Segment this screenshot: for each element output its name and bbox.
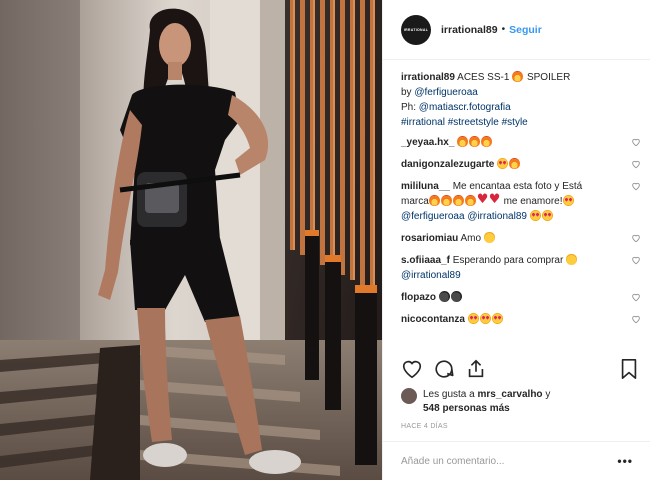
comment-username[interactable]: _yeyaa.hx_ [401, 137, 454, 148]
like-comment-heart-icon[interactable] [631, 233, 641, 243]
likes-summary: Les gusta a mrs_carvalho y 548 personas … [401, 388, 550, 416]
fire-emoji-icon [469, 136, 481, 147]
caption-ph-prefix: Ph: [401, 102, 417, 113]
heart-eyes-emoji-icon [529, 210, 541, 221]
comment-item: s.ofiiaaa_f Esperando para comprar @irra… [401, 253, 641, 283]
caption-username[interactable]: irrational89 [401, 72, 455, 83]
heart-eyes-emoji-icon [562, 195, 574, 206]
liker-avatar[interactable] [401, 388, 417, 404]
comment-username[interactable]: nicocontanza [401, 314, 465, 325]
comment-bubble-icon[interactable] [433, 358, 455, 383]
avatar-logo-text: IRRATIONAL [403, 27, 429, 32]
post-header: IRRATIONAL irrational89 • Seguir [383, 0, 650, 60]
comments-list: irrational89 ACES SS-1 SPOILER by @ferfi… [401, 70, 641, 334]
add-comment-input[interactable] [401, 455, 601, 467]
liker-username[interactable]: mrs_carvalho [478, 389, 543, 400]
fire-emoji-icon [428, 195, 440, 206]
bomb-emoji-icon [450, 291, 462, 302]
header-username[interactable]: irrational89 [441, 24, 498, 36]
fire-emoji-icon [481, 136, 493, 147]
fire-emoji-icon [512, 71, 524, 82]
caption-text-1: ACES SS-1 [457, 72, 510, 83]
heart-eyes-emoji-icon [497, 158, 509, 169]
comment-item: mililuna__ Me encantaa esta foto y Está … [401, 179, 641, 224]
more-options-icon[interactable]: ••• [617, 455, 633, 467]
heart-eyes-cat-emoji-icon [483, 232, 495, 243]
like-comment-heart-icon[interactable] [631, 181, 641, 191]
post-timestamp[interactable]: HACE 4 DÍAS [401, 423, 448, 430]
post-photo-image [0, 0, 382, 480]
heart-eyes-emoji-icon [479, 313, 491, 324]
caption-mention-photographer[interactable]: @matiascr.fotografia [419, 102, 511, 113]
post-caption: irrational89 ACES SS-1 SPOILER by @ferfi… [401, 70, 641, 130]
red-heart-emoji-icon [489, 192, 501, 207]
heart-eyes-emoji-icon [491, 313, 503, 324]
likes-count-link[interactable]: 548 personas más [423, 402, 550, 416]
comment-username[interactable]: danigonzalezugarte [401, 159, 494, 170]
comment-username[interactable]: s.ofiiaaa_f [401, 255, 450, 266]
comment-username[interactable]: flopazo [401, 292, 436, 303]
red-heart-emoji-icon [477, 192, 489, 207]
like-comment-heart-icon[interactable] [631, 255, 641, 265]
comment-text: marca [401, 196, 429, 207]
comment-item: _yeyaa.hx_ [401, 135, 641, 150]
comment-item: flopazo [401, 290, 641, 305]
caption-by-prefix: by [401, 87, 412, 98]
share-upload-icon[interactable] [465, 358, 487, 383]
hashtag-link[interactable]: #style [502, 117, 528, 128]
comment-username[interactable]: mililuna__ [401, 181, 450, 192]
caption-mention-designer[interactable]: @ferfigueroaa [414, 87, 478, 98]
post-photo[interactable] [0, 0, 382, 480]
fire-emoji-icon [509, 158, 521, 169]
comment-username[interactable]: rosariomiau [401, 233, 458, 244]
comment-item: danigonzalezugarte [401, 157, 641, 172]
heart-eyes-cat-emoji-icon [566, 254, 578, 265]
like-comment-heart-icon[interactable] [631, 159, 641, 169]
comment-text: Me encantaa esta foto y Está [452, 181, 583, 192]
comment-item: nicocontanza [401, 312, 641, 327]
header-separator: • [501, 24, 506, 35]
profile-avatar[interactable]: IRRATIONAL [401, 14, 431, 45]
add-comment-bar: ••• [383, 441, 650, 480]
like-comment-heart-icon[interactable] [631, 137, 641, 147]
likes-suffix: y [545, 389, 551, 400]
comment-item: rosariomiau Amo [401, 231, 641, 246]
follow-button[interactable]: Seguir [509, 24, 542, 36]
bomb-emoji-icon [438, 291, 450, 302]
comment-text: me enamore! [503, 196, 563, 207]
heart-eyes-emoji-icon [541, 210, 553, 221]
heart-eyes-emoji-icon [467, 313, 479, 324]
post-action-bar [401, 358, 639, 384]
fire-emoji-icon [440, 195, 452, 206]
fire-emoji-icon [464, 195, 476, 206]
caption-text-2: SPOILER [526, 72, 571, 83]
hashtag-link[interactable]: #irrational [401, 117, 445, 128]
comment-mention[interactable]: @irrational89 [401, 270, 461, 281]
fire-emoji-icon [452, 195, 464, 206]
save-bookmark-icon[interactable] [619, 358, 639, 383]
comment-mention[interactable]: @irrational89 [467, 211, 527, 222]
likes-prefix: Les gusta a [423, 389, 475, 400]
instagram-post: IRRATIONAL irrational89 • Seguir irratio… [0, 0, 650, 480]
comment-mention[interactable]: @ferfigueroaa [401, 211, 465, 222]
fire-emoji-icon [457, 136, 469, 147]
post-details-panel: IRRATIONAL irrational89 • Seguir irratio… [382, 0, 650, 480]
hashtag-link[interactable]: #streetstyle [448, 117, 499, 128]
comment-text: Esperando para comprar [452, 255, 564, 266]
like-comment-heart-icon[interactable] [631, 314, 641, 324]
comment-text: Amo [460, 233, 482, 244]
like-heart-icon[interactable] [401, 358, 423, 383]
like-comment-heart-icon[interactable] [631, 292, 641, 302]
